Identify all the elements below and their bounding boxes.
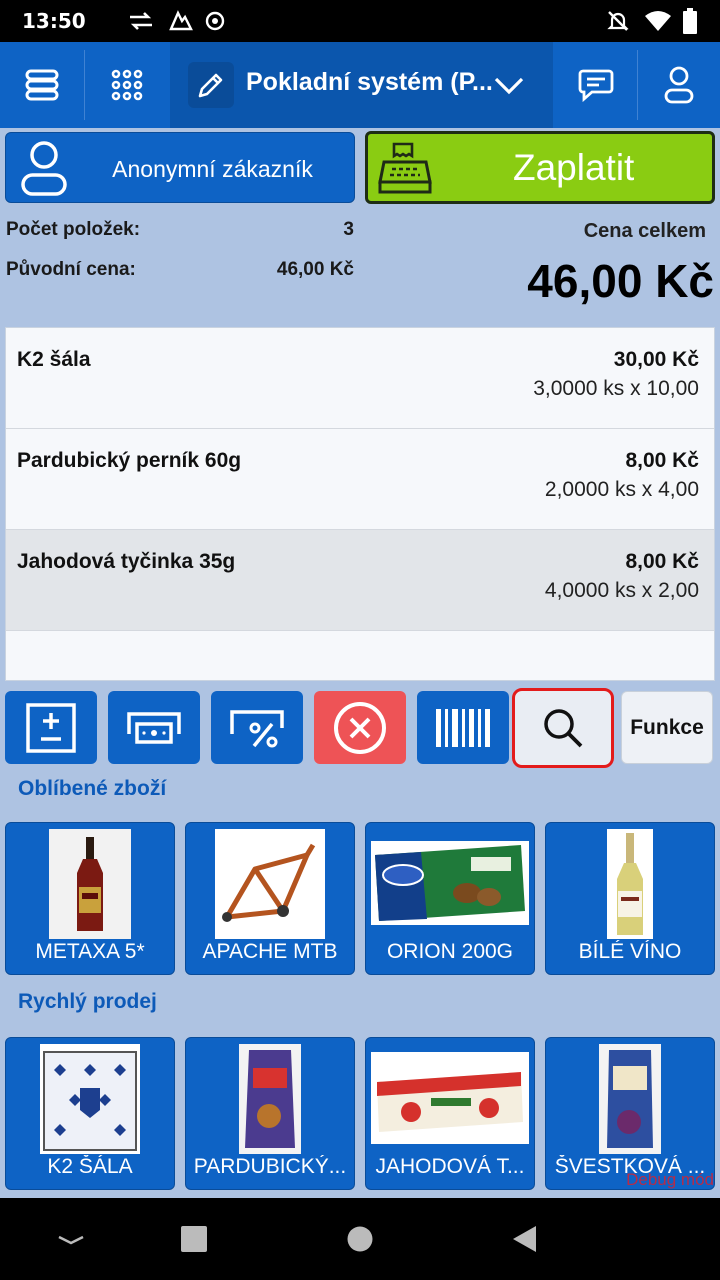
price-button[interactable] xyxy=(108,691,200,764)
bike-frame-image xyxy=(215,829,325,939)
total-label: Cena celkem xyxy=(583,220,706,242)
item-count-label: Počet položek: xyxy=(6,219,141,240)
edit-button[interactable] xyxy=(188,62,234,108)
wine-bottle-image xyxy=(607,829,653,939)
discount-button[interactable] xyxy=(211,691,303,764)
user-button[interactable] xyxy=(638,42,720,128)
cancel-circle-icon xyxy=(334,701,386,754)
product-image xyxy=(49,829,131,939)
back-icon[interactable] xyxy=(510,1224,538,1254)
cart-row-selected[interactable]: Jahodová tyčinka 35g 8,00 Kč 4,0000 ks x… xyxy=(6,530,714,631)
pay-button[interactable]: Zaplatit xyxy=(365,131,715,204)
product-tile[interactable]: K2 ŠÁLA xyxy=(5,1037,175,1190)
customer-label: Anonymní zákazník xyxy=(112,156,313,182)
debug-mode-label: Debug mód xyxy=(626,1170,714,1189)
app-bar: Pokladní systém (P... xyxy=(0,42,720,128)
strawberry-bar-image xyxy=(371,1052,529,1144)
product-tile[interactable]: ŠVESTKOVÁ ... xyxy=(545,1037,715,1190)
product-image xyxy=(607,829,653,939)
product-tile[interactable]: METAXA 5* xyxy=(5,822,175,975)
cart-item-price: 30,00 Kč xyxy=(613,348,699,371)
product-tile[interactable]: ORION 200G xyxy=(365,822,535,975)
cart-row[interactable]: K2 šála 30,00 Kč 3,0000 ks x 10,00 xyxy=(6,328,714,429)
data-saver-icon xyxy=(205,11,225,31)
product-tile[interactable]: APACHE MTB xyxy=(185,822,355,975)
status-time: 13:50 xyxy=(22,9,86,33)
keyboard-hide-icon[interactable] xyxy=(56,1232,86,1248)
quick-sale-title: Rychlý prodej xyxy=(18,990,157,1013)
cart-list: K2 šála 30,00 Kč 3,0000 ks x 10,00 Pardu… xyxy=(5,327,715,681)
product-image xyxy=(371,841,529,925)
barcode-button[interactable] xyxy=(417,691,509,764)
product-image xyxy=(215,829,325,939)
system-nav-bar xyxy=(0,1198,720,1280)
cart-item-name: K2 šála xyxy=(17,348,91,371)
product-image xyxy=(239,1044,301,1154)
product-label: BÍLÉ VÍNO xyxy=(578,940,682,963)
user-icon xyxy=(664,66,694,104)
product-tile[interactable]: JAHODOVÁ T... xyxy=(365,1037,535,1190)
database-menu-icon xyxy=(25,69,59,101)
cart-item-name: Jahodová tyčinka 35g xyxy=(17,550,236,573)
product-label: APACHE MTB xyxy=(202,940,338,963)
cart-row[interactable]: Pardubický perník 60g 8,00 Kč 2,0000 ks … xyxy=(6,429,714,530)
quantity-button[interactable] xyxy=(5,691,97,764)
silent-mode-icon xyxy=(607,11,629,31)
search-icon xyxy=(544,709,583,748)
barcode-icon xyxy=(436,708,490,747)
menu-button[interactable] xyxy=(0,42,84,128)
product-label: JAHODOVÁ T... xyxy=(375,1155,525,1178)
wifi-icon xyxy=(645,11,671,31)
chevron-down-icon xyxy=(494,77,524,95)
notification-icon xyxy=(169,10,193,31)
product-label: K2 ŠÁLA xyxy=(47,1155,133,1178)
cart-item-price: 8,00 Kč xyxy=(625,550,699,573)
apps-grid-button[interactable] xyxy=(85,42,169,128)
cancel-item-button[interactable] xyxy=(314,691,406,764)
search-button[interactable] xyxy=(512,688,614,768)
pencil-icon xyxy=(198,73,223,98)
battery-icon xyxy=(683,8,697,34)
gingerbread-pack-image xyxy=(239,1044,301,1154)
recents-icon[interactable] xyxy=(180,1225,208,1253)
cart-item-quantity: 3,0000 ks x 10,00 xyxy=(533,377,699,400)
total-value: 46,00 Kč xyxy=(527,255,714,307)
messages-button[interactable] xyxy=(555,42,637,128)
functions-button[interactable]: Funkce xyxy=(621,691,713,764)
product-tile[interactable]: PARDUBICKÝ... xyxy=(185,1037,355,1190)
scarf-box-image xyxy=(40,1044,140,1154)
banknote-icon xyxy=(127,711,181,744)
data-transfer-icon xyxy=(130,12,152,30)
customer-button[interactable]: Anonymní zákazník xyxy=(5,132,355,203)
brandy-bottle-image xyxy=(49,829,131,939)
register-title: Pokladní systém (P... xyxy=(246,68,493,96)
status-bar: 13:50 xyxy=(0,0,720,42)
register-selector[interactable]: Pokladní systém (P... xyxy=(170,42,553,128)
home-icon[interactable] xyxy=(346,1225,374,1253)
cash-register-icon xyxy=(378,142,432,194)
chocolate-bar-image xyxy=(371,841,529,925)
original-price-label: Původní cena: xyxy=(6,259,136,280)
product-tile[interactable]: BÍLÉ VÍNO xyxy=(545,822,715,975)
pay-label: Zaplatit xyxy=(513,147,635,188)
product-label: METAXA 5* xyxy=(35,940,145,963)
plum-bar-image xyxy=(599,1044,661,1154)
functions-label: Funkce xyxy=(630,715,704,739)
product-image xyxy=(599,1044,661,1154)
product-image xyxy=(40,1044,140,1154)
favorites-title: Oblíbené zboží xyxy=(18,777,167,800)
cart-item-price: 8,00 Kč xyxy=(625,449,699,472)
message-icon xyxy=(578,69,614,102)
product-label: ORION 200G xyxy=(386,940,514,963)
cart-item-quantity: 2,0000 ks x 4,00 xyxy=(544,478,699,501)
discount-icon xyxy=(230,709,284,747)
grid-icon xyxy=(111,69,143,101)
cart-item-name: Pardubický perník 60g xyxy=(17,449,242,472)
plus-minus-icon xyxy=(26,702,76,753)
product-image xyxy=(371,1052,529,1144)
original-price-value: 46,00 Kč xyxy=(276,259,354,280)
cart-item-quantity: 4,0000 ks x 2,00 xyxy=(544,579,699,602)
item-count-value: 3 xyxy=(343,219,354,240)
product-label: PARDUBICKÝ... xyxy=(193,1155,347,1178)
